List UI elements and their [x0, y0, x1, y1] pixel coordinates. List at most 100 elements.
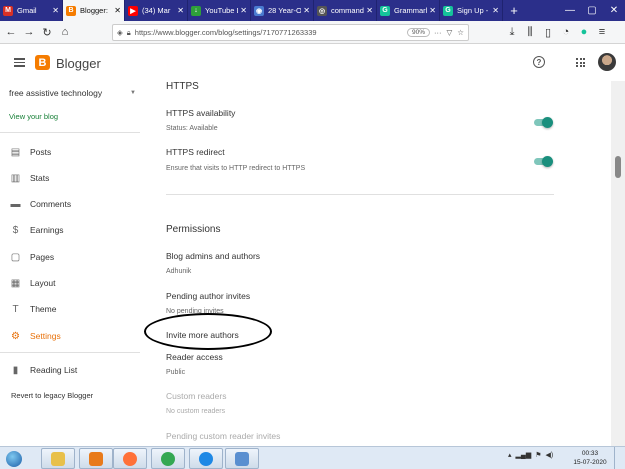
avatar[interactable] — [598, 53, 616, 71]
reader-access-title[interactable]: Reader access — [166, 352, 223, 362]
sidebar-item-label: Stats — [30, 173, 50, 183]
taskbar-explorer[interactable] — [41, 448, 75, 469]
sidebar-item-theme[interactable]: T Theme — [0, 300, 146, 318]
caret-down-icon[interactable]: ▼ — [130, 90, 136, 96]
account-icon[interactable]: ◔ — [557, 23, 575, 41]
reload-icon[interactable]: ↻ — [38, 23, 56, 41]
page-scrollbar[interactable] — [611, 81, 625, 446]
taskbar-media-player[interactable] — [79, 448, 113, 469]
flag-icon[interactable]: ⚑ — [535, 451, 541, 459]
show-desktop-button[interactable] — [614, 447, 625, 469]
blogger-header: B Blogger ? — [0, 45, 625, 81]
chrome-icon — [161, 451, 175, 466]
theme-icon: T — [12, 303, 19, 315]
media-player-icon — [89, 451, 103, 466]
grammarly-extension-icon[interactable]: ● — [575, 23, 593, 41]
window-controls: — ▢ ✕ — [559, 0, 625, 21]
url-bar[interactable]: ◈ 🔒︎ https://www.blogger.com/blog/settin… — [112, 24, 469, 41]
downloads-icon[interactable]: ⤓ — [503, 23, 521, 41]
tray-arrow-icon[interactable]: ▴ — [508, 451, 512, 459]
sidebar-item-comments[interactable]: ▬ Comments — [0, 195, 146, 213]
taskbar-internet-explorer[interactable] — [189, 448, 223, 469]
clock-time: 00:33 — [581, 450, 599, 457]
start-button[interactable] — [3, 449, 25, 468]
custom-readers-title: Custom readers — [166, 391, 227, 401]
new-tab-button[interactable]: + — [503, 0, 525, 21]
close-tab-icon[interactable]: ✕ — [429, 6, 436, 15]
page-actions-icon[interactable]: ··· — [434, 28, 442, 37]
close-tab-icon[interactable]: ✕ — [240, 6, 247, 15]
sidebar-item-posts[interactable]: ▤ Posts — [0, 143, 146, 161]
help-icon[interactable]: ? — [533, 56, 545, 68]
sidebar-item-label: Reading List — [30, 365, 78, 375]
close-tab-icon[interactable]: ✕ — [177, 6, 184, 15]
tab-title: (34) Mar — [142, 6, 171, 15]
tab-title: 28 Year-Old — [268, 6, 302, 15]
sidebar-item-pages[interactable]: ▢ Pages — [0, 248, 146, 266]
sidebar-item-layout[interactable]: ▦ Layout — [0, 274, 146, 292]
network-icon[interactable]: ▂▄▆ — [516, 451, 532, 459]
revert-legacy-link[interactable]: Revert to legacy Blogger — [11, 391, 93, 400]
sidebar-item-label: Settings — [30, 331, 61, 341]
browser-tab[interactable]: G Sign Up - G✕ — [440, 0, 503, 21]
back-icon[interactable]: ← — [2, 23, 20, 41]
gmail-icon: M — [3, 5, 13, 16]
windows-taskbar: ▴ ▂▄▆ ⚑ ◀) 00:33 15-07-2020 — [0, 446, 625, 469]
shield-icon: ◈ — [117, 28, 123, 37]
close-tab-icon[interactable]: ✕ — [114, 6, 121, 15]
taskbar-photos[interactable] — [225, 448, 259, 469]
close-tab-icon[interactable]: ✕ — [366, 6, 373, 15]
https-availability-toggle[interactable] — [534, 117, 553, 128]
pocket-icon[interactable]: ▽ — [446, 28, 452, 37]
browser-tab[interactable]: M Gmail ✕ — [0, 0, 63, 21]
sidebar-item-earnings[interactable]: $ Earnings — [0, 221, 146, 239]
sidebar-item-settings[interactable]: ⚙ Settings — [0, 327, 146, 345]
youtube-icon: ▶ — [128, 5, 138, 16]
close-tab-icon[interactable]: ✕ — [303, 6, 310, 15]
blog-admins-title[interactable]: Blog admins and authors — [166, 251, 260, 261]
taskbar-firefox[interactable] — [113, 448, 147, 469]
https-redirect-title: HTTPS redirect — [166, 147, 225, 157]
close-window-icon[interactable]: ✕ — [603, 0, 625, 21]
hamburger-menu-icon[interactable] — [14, 58, 25, 67]
pending-reader-invites-title: Pending custom reader invites — [166, 431, 281, 441]
home-icon[interactable]: ⌂ — [56, 23, 74, 41]
minimize-icon[interactable]: — — [559, 0, 581, 21]
library-icon[interactable]: ⫼ — [521, 23, 539, 41]
volume-icon[interactable]: ◀) — [546, 451, 554, 459]
system-tray: ▴ ▂▄▆ ⚑ ◀) — [508, 451, 553, 459]
sidebar-item-stats[interactable]: ▥ Stats — [0, 169, 146, 187]
blog-admins-value: Adhunik — [166, 268, 192, 275]
sidebar-item-label: Layout — [30, 278, 56, 288]
grammarly-icon: G — [380, 5, 390, 16]
view-blog-link[interactable]: View your blog — [9, 112, 58, 121]
sidebar-item-reading-list[interactable]: ▮ Reading List — [0, 361, 146, 379]
lock-icon: 🔒︎ — [126, 27, 131, 37]
browser-tab[interactable]: B Blogger: ✕ — [63, 0, 125, 21]
forward-icon[interactable]: → — [20, 23, 38, 41]
close-tab-icon[interactable]: ✕ — [492, 6, 499, 15]
layout-icon: ▦ — [10, 277, 21, 289]
maximize-icon[interactable]: ▢ — [581, 0, 603, 21]
bookmark-star-icon[interactable]: ☆ — [457, 28, 464, 37]
https-availability-status: Status: Available — [166, 125, 218, 132]
browser-tab[interactable]: G Grammarly✕ — [377, 0, 440, 21]
sidebar-toggle-icon[interactable]: ▯ — [539, 23, 557, 41]
reader-access-value: Public — [166, 369, 186, 376]
browser-tab[interactable]: ◉ 28 Year-Old✕ — [251, 0, 314, 21]
https-redirect-toggle[interactable] — [534, 156, 553, 167]
menu-icon[interactable]: ≡ — [593, 23, 611, 41]
close-tab-icon[interactable]: ✕ — [52, 6, 59, 15]
taskbar-clock[interactable]: 00:33 15-07-2020 — [570, 449, 610, 467]
apps-grid-icon[interactable] — [576, 58, 585, 67]
posts-icon: ▤ — [10, 146, 21, 158]
zoom-level[interactable]: 90% — [406, 28, 430, 37]
blog-selector[interactable]: free assistive technology — [9, 88, 102, 98]
browser-tab[interactable]: ◎ commando✕ — [314, 0, 377, 21]
divider — [0, 352, 140, 353]
blogger-logo[interactable]: B — [35, 55, 50, 70]
browser-tab[interactable]: ↓ YouTube D ✕ — [188, 0, 251, 21]
scrollbar-thumb[interactable] — [615, 156, 621, 178]
taskbar-chrome[interactable] — [151, 448, 185, 469]
browser-tab[interactable]: ▶ (34) Mar ✕ — [125, 0, 188, 21]
